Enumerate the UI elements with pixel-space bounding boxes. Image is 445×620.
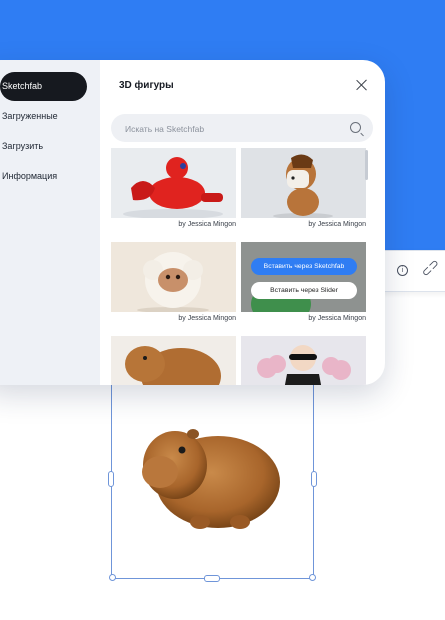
- model-thumbnail-horse[interactable]: [241, 148, 366, 218]
- author-credit: by Jessica Mingon: [178, 315, 236, 322]
- search-bar: [111, 114, 373, 144]
- search-icon[interactable]: [350, 122, 361, 133]
- grid-scrollbar[interactable]: [365, 150, 368, 180]
- model-card[interactable]: [241, 336, 366, 385]
- model-thumbnail-green-figure[interactable]: Вставить через Sketchfab Вставить через …: [241, 242, 366, 312]
- model-thumbnail-sheep[interactable]: [111, 242, 236, 312]
- 3d-figures-modal: Sketchfab Загруженные Загрузить Информац…: [0, 60, 385, 385]
- sidebar-item-info[interactable]: Информация: [0, 162, 87, 191]
- resize-handle-bottom-right[interactable]: [309, 574, 316, 581]
- sheep-image: [111, 242, 236, 312]
- sidebar-item-uploaded[interactable]: Загруженные: [0, 102, 87, 131]
- sidebar-item-sketchfab[interactable]: Sketchfab: [0, 72, 87, 101]
- model-card[interactable]: by Jessica Mingon: [241, 148, 366, 228]
- modal-sidebar: Sketchfab Загруженные Загрузить Информац…: [0, 60, 100, 385]
- resize-handle-bottom[interactable]: [204, 575, 220, 582]
- info-icon[interactable]: i: [397, 265, 408, 276]
- sidebar-item-label: Информация: [2, 171, 58, 181]
- resize-handle-left[interactable]: [108, 471, 114, 487]
- sidebar-item-label: Загрузить: [2, 141, 44, 151]
- red-dragon-image: [111, 148, 236, 218]
- close-icon[interactable]: [355, 78, 369, 92]
- model-card[interactable]: by Jessica Mingon: [111, 242, 236, 322]
- author-credit: by Jessica Mingon: [178, 221, 236, 228]
- insert-via-sketchfab-button[interactable]: Вставить через Sketchfab: [251, 258, 357, 275]
- modal-title: 3D фигуры: [119, 80, 174, 91]
- link-icon[interactable]: ⊂⊃: [418, 256, 442, 280]
- selection-frame: [108, 384, 317, 582]
- green-figure-image: [241, 242, 366, 312]
- model-card[interactable]: [111, 336, 236, 385]
- sidebar-item-label: Sketchfab: [2, 81, 43, 91]
- model-thumbnail-girl-with-clouds[interactable]: [241, 336, 366, 385]
- model-grid: by Jessica Mingon by Jessica Mingon by J…: [111, 148, 366, 385]
- girl-with-clouds-image: [241, 336, 366, 385]
- sidebar-item-upload[interactable]: Загрузить: [0, 132, 87, 161]
- model-card[interactable]: by Jessica Mingon: [111, 148, 236, 228]
- model-thumbnail-red-dragon[interactable]: [111, 148, 236, 218]
- model-thumbnail-capybara[interactable]: [111, 336, 236, 385]
- model-card-hovered[interactable]: Вставить через Sketchfab Вставить через …: [241, 242, 366, 322]
- search-input[interactable]: [123, 114, 347, 144]
- sidebar-item-label: Загруженные: [2, 111, 58, 121]
- resize-handle-bottom-left[interactable]: [109, 574, 116, 581]
- capybara-image: [111, 336, 236, 385]
- insert-via-slider-button[interactable]: Вставить через Slider: [251, 282, 357, 299]
- resize-handle-right[interactable]: [311, 471, 317, 487]
- author-credit: by Jessica Mingon: [308, 315, 366, 322]
- author-credit: by Jessica Mingon: [308, 221, 366, 228]
- horse-image: [241, 148, 366, 218]
